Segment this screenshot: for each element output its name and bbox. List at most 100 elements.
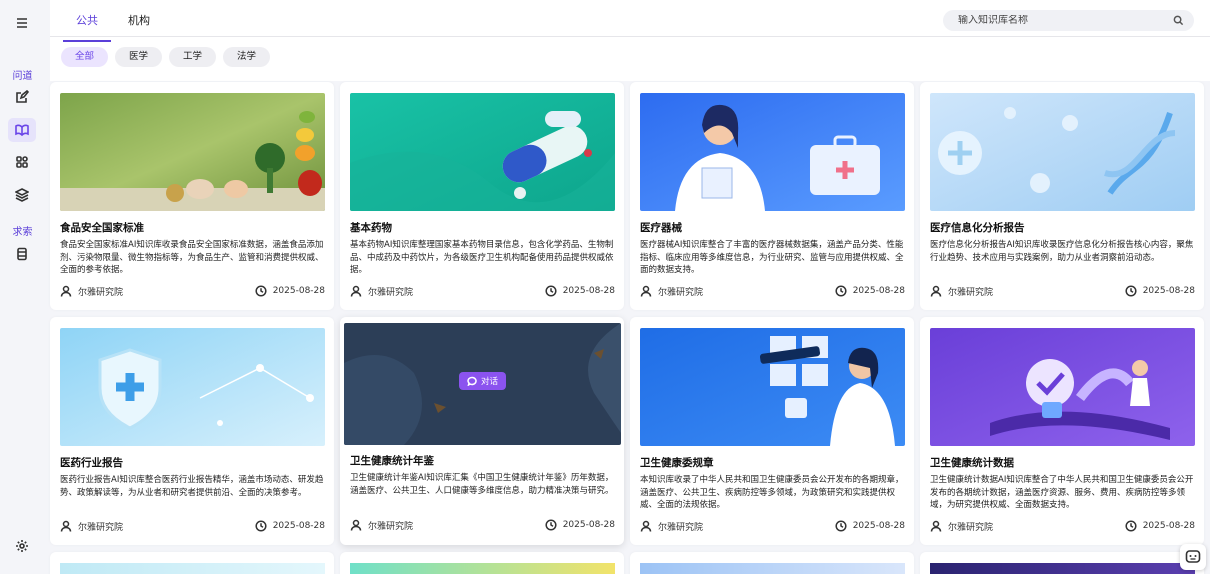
filter-medicine[interactable]: 医学 [115,47,163,67]
card-author: 尔雅研究院 [658,287,704,298]
knowledge-card-partial[interactable] [340,552,624,574]
database-icon[interactable] [8,242,36,266]
card-author: 尔雅研究院 [948,522,994,533]
chat-icon [467,376,477,386]
knowledge-card[interactable]: 食品安全国家标准 食品安全国家标准AI知识库收录食品安全国家标准数据，涵盖食品添… [50,82,334,310]
card-date: 2025-08-28 [852,521,905,531]
card-footer: 尔雅研究院 2025-08-28 [640,284,905,298]
sidebar-section-ask: 问道 [12,71,33,82]
card-thumbnail [930,93,1195,211]
chat-button[interactable]: 对话 [459,372,507,390]
card-thumbnail [60,328,325,446]
search-input[interactable] [958,15,1173,26]
card-author: 尔雅研究院 [368,521,414,532]
card-footer: 尔雅研究院 2025-08-28 [350,518,615,532]
edit-icon[interactable] [8,85,36,109]
card-thumbnail [350,93,615,211]
card-date: 2025-08-28 [562,286,615,296]
card-author: 尔雅研究院 [658,522,704,533]
menu-icon[interactable] [8,11,36,35]
card-footer: 尔雅研究院 2025-08-28 [60,284,325,298]
card-description: 食品安全国家标准AI知识库收录食品安全国家标准数据，涵盖食品添加剂、污染物限量、… [60,240,324,275]
card-description: 医药行业报告AI知识库整合医药行业报告精华，涵盖市场动态、研发趋势、政策解读等，… [60,475,324,498]
assistant-float-button[interactable] [1180,544,1206,570]
card-date: 2025-08-28 [1142,521,1195,531]
card-date: 2025-08-28 [1142,286,1195,296]
card-date: 2025-08-28 [272,521,325,531]
knowledge-card[interactable]: 对话 卫生健康统计年鉴 卫生健康统计年鉴AI知识库汇集《中国卫生健康统计年鉴》历… [340,317,624,545]
clock-icon [255,285,267,297]
card-description: 卫生健康统计年鉴AI知识库汇集《中国卫生健康统计年鉴》历年数据，涵盖医疗、公共卫… [350,473,614,496]
card-thumbnail [640,563,905,574]
card-title: 基本药物 [350,222,392,234]
card-title: 卫生健康统计数据 [930,457,1014,469]
card-footer: 尔雅研究院 2025-08-28 [930,284,1195,298]
card-grid: 食品安全国家标准 食品安全国家标准AI知识库收录食品安全国家标准数据，涵盖食品添… [50,81,1210,574]
card-footer: 尔雅研究院 2025-08-28 [350,284,615,298]
card-author: 尔雅研究院 [948,287,994,298]
gear-icon[interactable] [8,534,36,558]
user-icon [350,519,362,531]
card-author: 尔雅研究院 [78,287,124,298]
knowledge-card[interactable]: 医疗器械 医疗器械AI知识库整合了丰富的医疗器械数据集，涵盖产品分类、性能指标、… [630,82,914,310]
knowledge-card-partial[interactable] [920,552,1204,574]
knowledge-card-partial[interactable] [50,552,334,574]
card-author: 尔雅研究院 [78,522,124,533]
card-date: 2025-08-28 [272,286,325,296]
knowledge-card[interactable]: 医药行业报告 医药行业报告AI知识库整合医药行业报告精华，涵盖市场动态、研发趋势… [50,317,334,545]
card-thumbnail [930,328,1195,446]
card-title: 医疗信息化分析报告 [930,222,1025,234]
clock-icon [1125,520,1137,532]
card-thumbnail [640,328,905,446]
card-title: 医药行业报告 [60,457,123,469]
knowledge-card[interactable]: 基本药物 基本药物AI知识库整理国家基本药物目录信息，包含化学药品、生物制品、中… [340,82,624,310]
card-author: 尔雅研究院 [368,287,414,298]
tabs-divider [50,36,1210,37]
knowledge-card[interactable]: 医疗信息化分析报告 医疗信息化分析报告AI知识库收录医疗信息化分析报告核心内容，… [920,82,1204,310]
card-thumbnail [640,93,905,211]
filter-law[interactable]: 法学 [223,47,271,67]
card-title: 食品安全国家标准 [60,222,144,234]
knowledge-card-partial[interactable] [630,552,914,574]
user-icon [640,520,652,532]
card-thumbnail [60,93,325,211]
clock-icon [255,520,267,532]
tab-bar: 公共 机构 [63,10,167,42]
card-description: 医疗器械AI知识库整合了丰富的医疗器械数据集，涵盖产品分类、性能指标、临床应用等… [640,240,904,275]
layers-icon[interactable] [8,183,36,207]
card-thumbnail [930,563,1195,574]
card-description: 基本药物AI知识库整理国家基本药物目录信息，包含化学药品、生物制品、中成药及中药… [350,240,614,275]
filter-all[interactable]: 全部 [61,47,109,67]
assistant-icon [1185,550,1201,563]
clock-icon [545,519,557,531]
filter-engineering[interactable]: 工学 [169,47,217,67]
filter-chips: 全部 医学 工学 法学 [61,47,271,67]
search-icon[interactable] [1173,15,1184,26]
chat-label: 对话 [481,377,499,387]
tab-institution[interactable]: 机构 [115,10,163,37]
knowledge-card[interactable]: 卫生健康统计数据 卫生健康统计数据AI知识库整合了中华人民共和国卫生健康委员会公… [920,317,1204,545]
book-icon[interactable] [8,118,36,142]
user-icon [60,285,72,297]
user-icon [350,285,362,297]
card-date: 2025-08-28 [852,286,905,296]
card-thumbnail [60,563,325,574]
card-footer: 尔雅研究院 2025-08-28 [60,519,325,533]
user-icon [60,520,72,532]
card-title: 卫生健康委规章 [640,457,714,469]
card-footer: 尔雅研究院 2025-08-28 [930,519,1195,533]
card-title: 卫生健康统计年鉴 [350,455,434,467]
clock-icon [1125,285,1137,297]
clock-icon [835,520,847,532]
user-icon [930,520,942,532]
card-thumbnail [350,563,615,574]
tab-public[interactable]: 公共 [63,10,111,42]
clock-icon [545,285,557,297]
card-title: 医疗器械 [640,222,682,234]
card-date: 2025-08-28 [562,520,615,530]
sidebar-section-seek: 求索 [12,227,33,238]
user-icon [640,285,652,297]
clock-icon [835,285,847,297]
apps-icon[interactable] [8,150,36,174]
knowledge-card[interactable]: 卫生健康委规章 本知识库收录了中华人民共和国卫生健康委员会公开发布的各期规章，涵… [630,317,914,545]
